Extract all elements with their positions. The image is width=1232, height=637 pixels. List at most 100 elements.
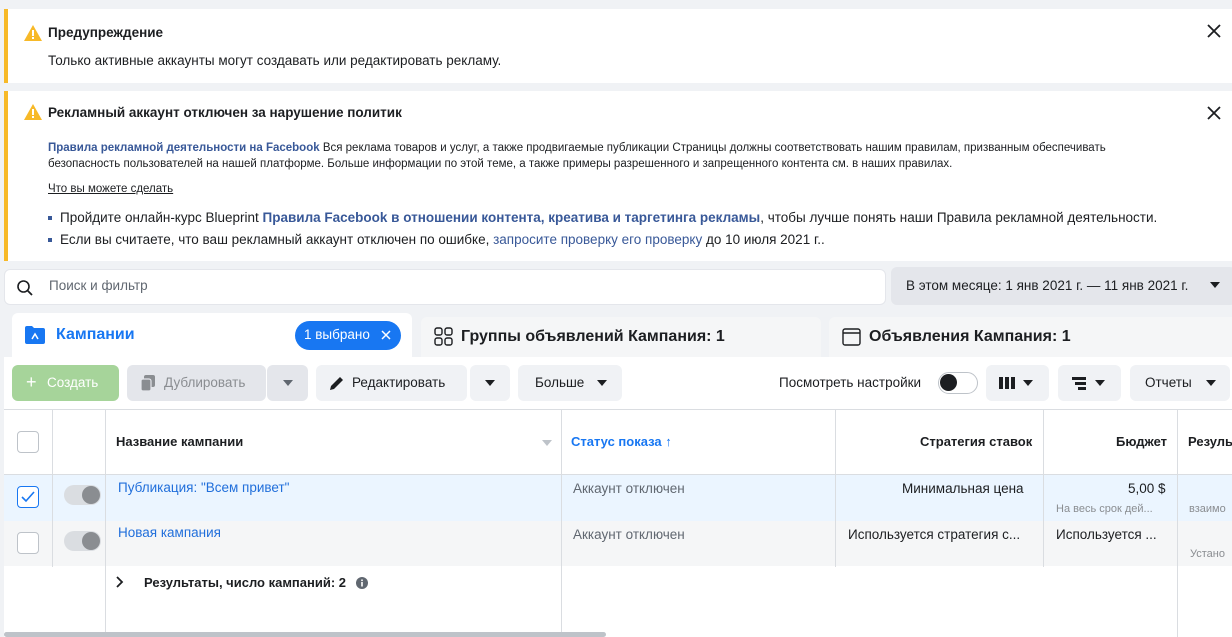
reports-button[interactable]: Отчеты: [1130, 365, 1230, 401]
column-header-label: Бюджет: [1116, 434, 1167, 449]
list-text: , чтобы лучше понять наши Правила реклам…: [760, 210, 1158, 225]
toggle-knob: [82, 532, 100, 550]
column-divider: [835, 410, 836, 567]
selected-count-badge[interactable]: 1 выбрано: [295, 321, 401, 350]
duplicate-button[interactable]: Дублировать: [127, 365, 266, 401]
list-text: до 10 июля 2021 г..: [702, 232, 825, 247]
column-header-label: Название кампании: [116, 434, 244, 449]
reports-label: Отчеты: [1145, 375, 1192, 390]
request-review-link[interactable]: запросите проверку его проверку: [493, 232, 702, 247]
tab-ads[interactable]: Объявления Кампания: 1: [829, 317, 1232, 357]
columns-icon: [999, 377, 1015, 389]
more-button[interactable]: Больше: [518, 365, 622, 401]
policy-text: безопасность пользователей на нашей плат…: [48, 158, 953, 170]
view-settings-label: Посмотреть настройки: [779, 375, 922, 390]
duplicate-dropdown-button[interactable]: [267, 365, 308, 401]
more-label: Больше: [535, 375, 585, 390]
sort-caret-icon[interactable]: [542, 440, 552, 446]
list-text: Если вы считаете, что ваш рекламный акка…: [60, 232, 494, 247]
column-divider: [52, 410, 53, 567]
edit-label: Редактировать: [352, 375, 446, 390]
chevron-down-icon: [597, 380, 607, 386]
breakdown-button[interactable]: [1058, 365, 1121, 401]
chevron-right-icon[interactable]: [116, 576, 124, 588]
campaign-name-link[interactable]: Новая кампания: [118, 525, 221, 540]
budget-value: Используется ...: [1056, 527, 1157, 542]
policy-paragraph: Правила рекламной деятельности на Facebo…: [48, 140, 1168, 172]
row-checkbox[interactable]: [17, 486, 39, 508]
table-row[interactable]: Новая кампания Аккаунт отключен Использу…: [4, 521, 1232, 566]
column-divider: [1177, 410, 1178, 637]
campaign-name-link[interactable]: Публикация: "Всем привет": [118, 480, 289, 495]
search-bar[interactable]: [4, 269, 886, 305]
info-icon[interactable]: [356, 577, 368, 589]
edit-button[interactable]: Редактировать: [316, 365, 467, 401]
list-item: Пройдите онлайн-курс Blueprint Правила F…: [48, 207, 1157, 229]
blueprint-course-link[interactable]: Правила Facebook в отношении контента, к…: [263, 210, 761, 225]
view-settings-toggle[interactable]: [938, 372, 978, 394]
breakdown-icon: [1072, 377, 1086, 390]
tab-ad-sets[interactable]: Группы объявлений Кампания: 1: [421, 317, 821, 357]
delivery-status: Аккаунт отключен: [573, 481, 685, 496]
account-disabled-alert: Рекламный аккаунт отключен за нарушение …: [4, 91, 1232, 261]
edit-dropdown-button[interactable]: [470, 365, 510, 401]
sort-up-icon: ↑: [665, 434, 672, 449]
horizontal-scrollbar[interactable]: [4, 632, 606, 637]
column-header-label: Стратегия ставок: [920, 434, 1033, 449]
delivery-status: Аккаунт отключен: [573, 527, 685, 542]
alert-title: Предупреждение: [48, 25, 164, 40]
what-you-can-do-link[interactable]: Что вы можете сделать: [48, 183, 173, 195]
column-divider: [561, 410, 562, 637]
list-item: Если вы считаете, что ваш рекламный акка…: [48, 229, 1157, 251]
bid-strategy: Минимальная цена: [902, 481, 1024, 496]
tab-label: Группы объявлений Кампания: 1: [461, 328, 725, 345]
grid-icon: [434, 327, 453, 346]
summary-row: Результаты, число кампаний: 2: [4, 567, 1232, 637]
close-icon[interactable]: [1204, 21, 1224, 41]
results-subtext: Устано: [1190, 548, 1225, 560]
duplicate-icon: [140, 375, 155, 392]
search-input[interactable]: [49, 278, 869, 293]
chevron-down-icon: [1210, 282, 1220, 288]
date-range-picker[interactable]: В этом месяце: 1 янв 2021 г. — 11 янв 20…: [891, 267, 1232, 305]
campaign-toggle[interactable]: [64, 531, 101, 551]
date-range-label: В этом месяце: 1 янв 2021 г. — 11 янв 20…: [906, 278, 1189, 293]
chevron-down-icon: [1023, 380, 1033, 386]
columns-button[interactable]: [986, 365, 1049, 401]
warning-icon: [24, 25, 42, 41]
results-subtext: взаимо: [1189, 503, 1226, 515]
alert-text: Только активные аккаунты могут создавать…: [48, 53, 502, 68]
ad-window-icon: [842, 328, 861, 346]
create-button[interactable]: + Создать: [12, 365, 119, 401]
close-icon[interactable]: [1204, 103, 1224, 123]
summary-label: Результаты, число кампаний: 2: [144, 575, 347, 590]
warning-alert: Предупреждение Только активные аккаунты …: [4, 9, 1232, 83]
policy-link[interactable]: Правила рекламной деятельности на Facebo…: [48, 142, 320, 154]
checkmark-icon: [21, 491, 35, 503]
tab-campaigns[interactable]: Кампании 1 выбрано: [12, 313, 412, 361]
bid-strategy: Используется стратегия с...: [848, 527, 1021, 542]
create-label: Создать: [47, 375, 99, 390]
column-divider: [105, 410, 106, 637]
campaign-toggle[interactable]: [64, 485, 101, 505]
folder-icon: [25, 326, 45, 344]
select-all-checkbox[interactable]: [17, 431, 39, 453]
column-header-label: Статус показа: [571, 434, 662, 449]
plus-icon: +: [26, 372, 37, 392]
warning-icon: [24, 104, 42, 120]
row-checkbox[interactable]: [17, 532, 39, 554]
policy-text: Вся реклама товаров и услуг, а также про…: [319, 142, 1106, 154]
close-icon[interactable]: [381, 330, 391, 340]
campaigns-table: Название кампании Статус показа ↑ Страте…: [4, 409, 1232, 637]
toggle-knob: [940, 374, 957, 391]
budget-subtext: На весь срок дей...: [1056, 503, 1153, 515]
column-divider: [1043, 410, 1044, 567]
chevron-down-icon: [1206, 380, 1216, 386]
chevron-down-icon: [485, 380, 495, 386]
chevron-down-icon: [283, 380, 293, 386]
table-row[interactable]: Публикация: "Всем привет" Аккаунт отключ…: [4, 475, 1232, 521]
search-icon: [17, 280, 33, 296]
toggle-knob: [82, 486, 100, 504]
action-list: Пройдите онлайн-курс Blueprint Правила F…: [48, 207, 1157, 251]
tab-label: Объявления Кампания: 1: [869, 328, 1071, 345]
